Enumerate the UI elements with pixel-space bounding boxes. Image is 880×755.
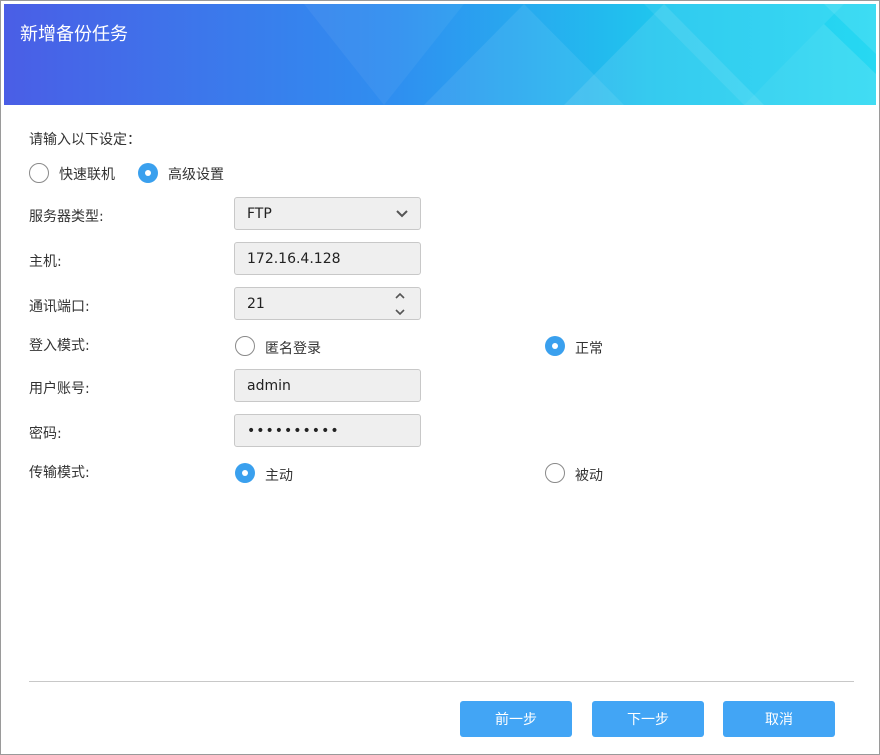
anonymous-login-label[interactable]: 匿名登录 — [265, 338, 321, 358]
radio-normal-login[interactable] — [545, 336, 565, 356]
active-mode-label[interactable]: 主动 — [265, 465, 293, 485]
username-input[interactable]: admin — [234, 369, 421, 402]
passive-mode-label[interactable]: 被动 — [575, 465, 603, 485]
chevron-down-icon[interactable] — [394, 308, 406, 316]
radio-anonymous-login[interactable] — [235, 336, 255, 356]
port-value: 21 — [247, 296, 265, 312]
server-type-value: FTP — [247, 206, 272, 222]
advanced-settings-label[interactable]: 高级设置 — [168, 164, 224, 184]
radio-passive-mode[interactable] — [545, 463, 565, 483]
port-label: 通讯端口: — [29, 299, 90, 315]
host-label: 主机: — [29, 254, 62, 270]
radio-active-mode[interactable] — [235, 463, 255, 483]
radio-advanced-settings[interactable] — [138, 163, 158, 183]
prev-button[interactable]: 前一步 — [460, 701, 572, 737]
footer-divider — [29, 681, 854, 682]
radio-quick-connect[interactable] — [29, 163, 49, 183]
login-mode-label: 登入模式: — [29, 338, 90, 354]
chevron-up-icon[interactable] — [394, 292, 406, 300]
password-label: 密码: — [29, 426, 62, 442]
next-button[interactable]: 下一步 — [592, 701, 704, 737]
port-stepper[interactable]: 21 — [234, 287, 421, 320]
normal-login-label[interactable]: 正常 — [575, 338, 603, 358]
dialog-title: 新增备份任务 — [20, 24, 128, 45]
server-type-select[interactable]: FTP — [234, 197, 421, 230]
password-value: •••••••••• — [247, 423, 340, 439]
transfer-mode-label: 传输模式: — [29, 465, 90, 481]
username-value: admin — [247, 378, 291, 394]
form-prompt: 请输入以下设定： — [29, 132, 141, 148]
cancel-button[interactable]: 取消 — [723, 701, 835, 737]
password-input[interactable]: •••••••••• — [234, 414, 421, 447]
host-value: 172.16.4.128 — [247, 251, 341, 267]
backup-task-dialog: 新增备份任务 请输入以下设定： 快速联机 高级设置 服务器类型: FTP 主机:… — [0, 0, 880, 755]
server-type-label: 服务器类型: — [29, 209, 104, 225]
chevron-down-icon — [396, 210, 408, 218]
dialog-header: 新增备份任务 — [4, 4, 876, 105]
quick-connect-label[interactable]: 快速联机 — [59, 164, 115, 184]
host-input[interactable]: 172.16.4.128 — [234, 242, 421, 275]
username-label: 用户账号: — [29, 381, 90, 397]
header-decoration — [304, 4, 876, 105]
